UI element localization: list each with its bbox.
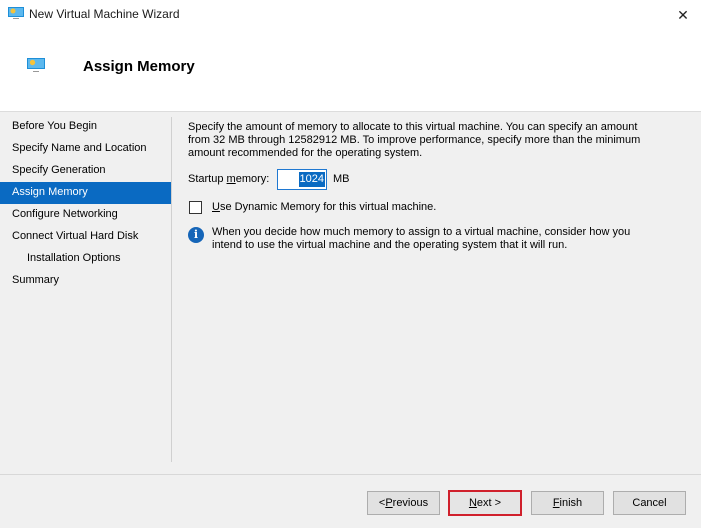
startup-memory-label: Startup memory: xyxy=(188,173,270,185)
nav-item-specify-generation[interactable]: Specify Generation xyxy=(0,160,171,182)
wizard-steps-nav: Before You Begin Specify Name and Locati… xyxy=(0,116,171,292)
window-title: New Virtual Machine Wizard xyxy=(29,7,180,21)
startup-memory-input[interactable]: 1024 xyxy=(277,168,327,190)
virtual-machine-icon xyxy=(27,58,45,72)
content-panel: Specify the amount of memory to allocate… xyxy=(188,121,658,252)
dynamic-memory-label[interactable]: Use Dynamic Memory for this virtual mach… xyxy=(212,201,436,213)
info-icon: i xyxy=(188,227,204,243)
previous-button[interactable]: < Previous xyxy=(367,491,440,515)
nav-item-connect-virtual-hard-disk[interactable]: Connect Virtual Hard Disk xyxy=(0,226,171,248)
nav-item-specify-name-and-location[interactable]: Specify Name and Location xyxy=(0,138,171,160)
finish-button[interactable]: Finish xyxy=(531,491,604,515)
wizard-header: Assign Memory xyxy=(0,30,701,112)
nav-item-assign-memory[interactable]: Assign Memory xyxy=(0,182,171,204)
nav-item-configure-networking[interactable]: Configure Networking xyxy=(0,204,171,226)
cancel-button[interactable]: Cancel xyxy=(613,491,686,515)
title-bar: New Virtual Machine Wizard ✕ xyxy=(0,0,701,30)
vertical-divider xyxy=(171,117,172,462)
memory-unit-label: MB xyxy=(333,173,350,185)
dynamic-memory-row: Use Dynamic Memory for this virtual mach… xyxy=(188,199,658,215)
startup-memory-row: Startup memory: 1024 MB xyxy=(188,168,658,190)
next-button[interactable]: Next > xyxy=(448,490,522,516)
close-button[interactable]: ✕ xyxy=(665,0,701,30)
footer-divider xyxy=(0,474,701,475)
virtual-machine-icon xyxy=(8,7,24,19)
info-message: i When you decide how much memory to ass… xyxy=(188,226,658,252)
nav-item-installation-options[interactable]: Installation Options xyxy=(0,248,171,270)
page-title: Assign Memory xyxy=(83,58,195,75)
info-text: When you decide how much memory to assig… xyxy=(212,226,631,251)
nav-item-before-you-begin[interactable]: Before You Begin xyxy=(0,116,171,138)
close-icon: ✕ xyxy=(677,6,689,23)
description-text: Specify the amount of memory to allocate… xyxy=(188,121,641,159)
dynamic-memory-checkbox[interactable] xyxy=(189,200,202,214)
startup-memory-value: 1024 xyxy=(298,171,325,187)
nav-item-summary[interactable]: Summary xyxy=(0,270,171,292)
